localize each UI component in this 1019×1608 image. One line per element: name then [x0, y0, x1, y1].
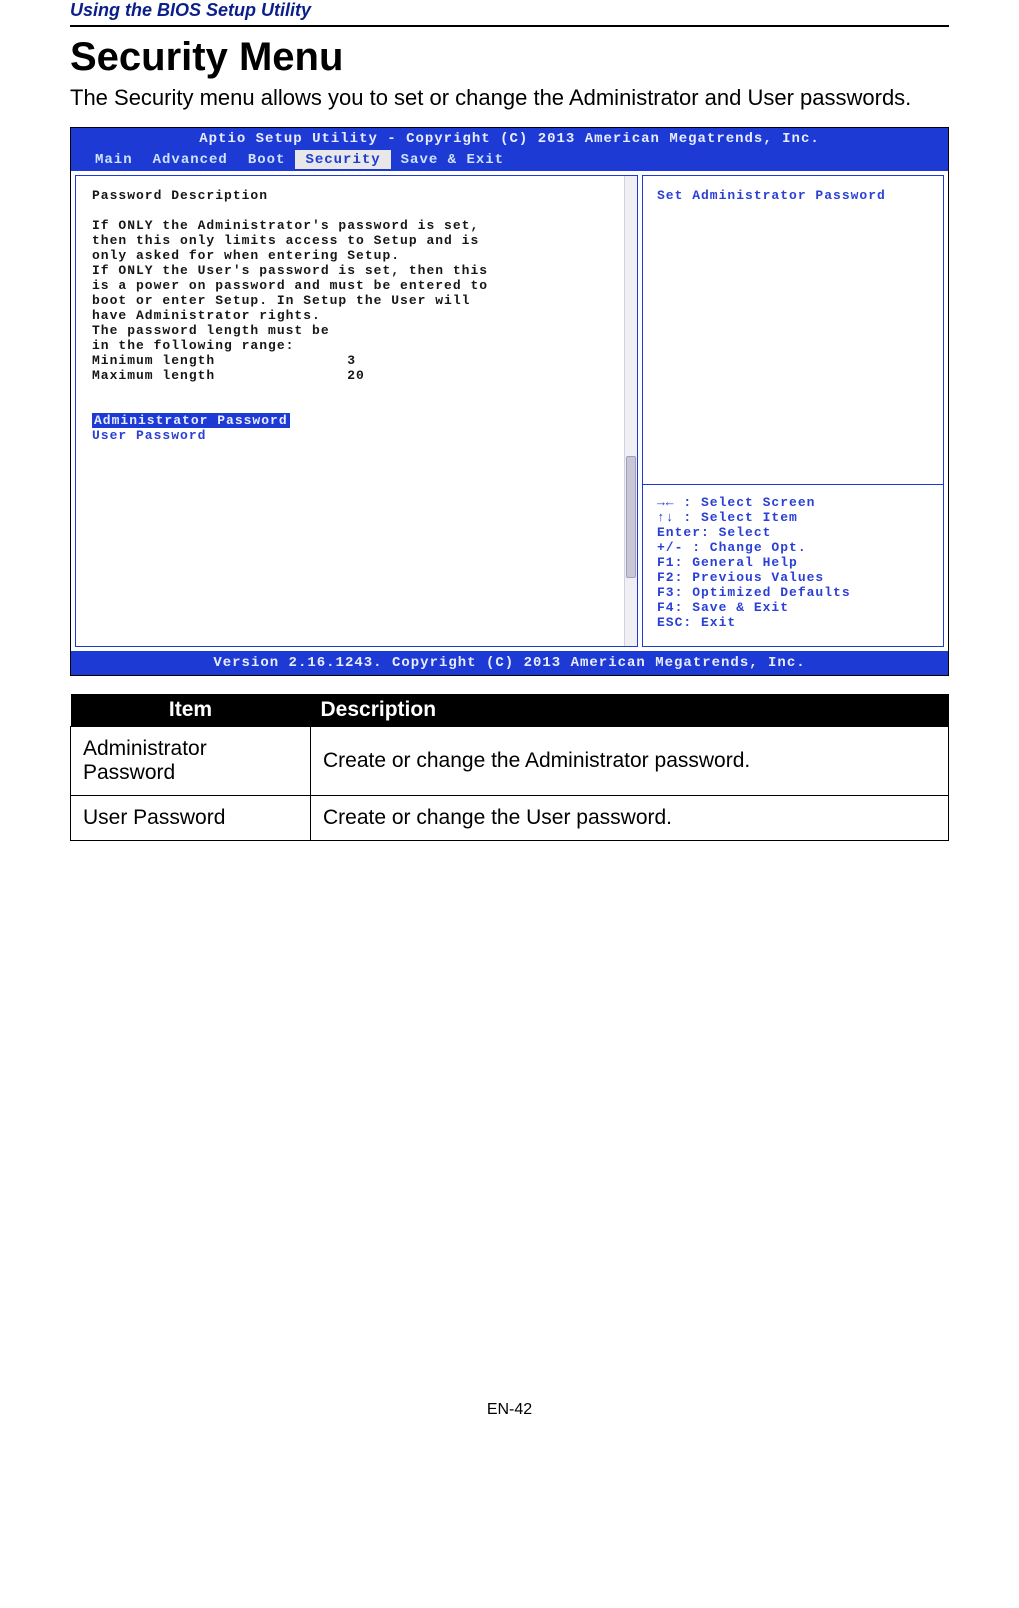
bios-bottom-bar: Version 2.16.1243. Copyright (C) 2013 Am… — [71, 651, 948, 675]
bios-tab-advanced[interactable]: Advanced — [143, 150, 238, 169]
bios-key-line: ↑↓ : Select Item — [657, 510, 929, 525]
bios-desc-line: boot or enter Setup. In Setup the User w… — [92, 293, 621, 308]
bios-desc-line: is a power on password and must be enter… — [92, 278, 621, 293]
bios-desc-line: If ONLY the User's password is set, then… — [92, 263, 621, 278]
bios-desc-line: have Administrator rights. — [92, 308, 621, 323]
bios-key-line: +/- : Change Opt. — [657, 540, 929, 555]
page-number: EN-42 — [70, 1401, 949, 1429]
bios-password-description-title: Password Description — [92, 188, 621, 203]
bios-key-line: F1: General Help — [657, 555, 929, 570]
table-header-item: Item — [71, 694, 311, 727]
bios-key-help: →← : Select Screen ↑↓ : Select Item Ente… — [643, 485, 943, 646]
bios-desc-line: in the following range: — [92, 338, 621, 353]
bios-tab-bar: Main Advanced Boot Security Save & Exit — [71, 150, 948, 171]
bios-desc-line: The password length must be — [92, 323, 621, 338]
bios-tab-save-exit[interactable]: Save & Exit — [391, 150, 514, 169]
bios-item-admin-password[interactable]: Administrator Password — [92, 413, 290, 428]
bios-key-line: F3: Optimized Defaults — [657, 585, 929, 600]
bios-min-length-row: Minimum length 3 — [92, 353, 621, 368]
bios-desc-line: only asked for when entering Setup. — [92, 248, 621, 263]
bios-desc-line: If ONLY the Administrator's password is … — [92, 218, 621, 233]
bios-tab-boot[interactable]: Boot — [238, 150, 296, 169]
table-row: Administrator Password Create or change … — [71, 726, 949, 795]
document-header: Using the BIOS Setup Utility — [70, 0, 949, 27]
table-cell-description: Create or change the User password. — [311, 795, 949, 840]
table-row: User Password Create or change the User … — [71, 795, 949, 840]
bios-tab-main[interactable]: Main — [85, 150, 143, 169]
table-header-description: Description — [311, 694, 949, 727]
bios-max-length-row: Maximum length 20 — [92, 368, 621, 383]
table-cell-item: Administrator Password — [71, 726, 311, 795]
section-intro: The Security menu allows you to set or c… — [70, 84, 949, 113]
table-cell-item: User Password — [71, 795, 311, 840]
bios-right-pane: Set Administrator Password →← : Select S… — [642, 175, 944, 647]
bios-key-line: F4: Save & Exit — [657, 600, 929, 615]
bios-key-line: F2: Previous Values — [657, 570, 929, 585]
bios-scrollbar-thumb[interactable] — [626, 456, 636, 578]
bios-key-line: Enter: Select — [657, 525, 929, 540]
bios-title-bar: Aptio Setup Utility - Copyright (C) 2013… — [71, 128, 948, 150]
bios-desc-line: then this only limits access to Setup an… — [92, 233, 621, 248]
bios-tab-security[interactable]: Security — [295, 150, 390, 169]
bios-key-line: →← : Select Screen — [657, 495, 929, 510]
bios-key-line: ESC: Exit — [657, 615, 929, 630]
bios-help-title: Set Administrator Password — [657, 188, 929, 203]
table-cell-description: Create or change the Administrator passw… — [311, 726, 949, 795]
bios-item-user-password[interactable]: User Password — [92, 428, 206, 443]
bios-screenshot: Aptio Setup Utility - Copyright (C) 2013… — [70, 127, 949, 676]
bios-left-pane: Password Description If ONLY the Adminis… — [75, 175, 638, 647]
section-title: Security Menu — [70, 35, 949, 80]
description-table: Item Description Administrator Password … — [70, 694, 949, 841]
bios-scrollbar[interactable] — [624, 176, 637, 646]
